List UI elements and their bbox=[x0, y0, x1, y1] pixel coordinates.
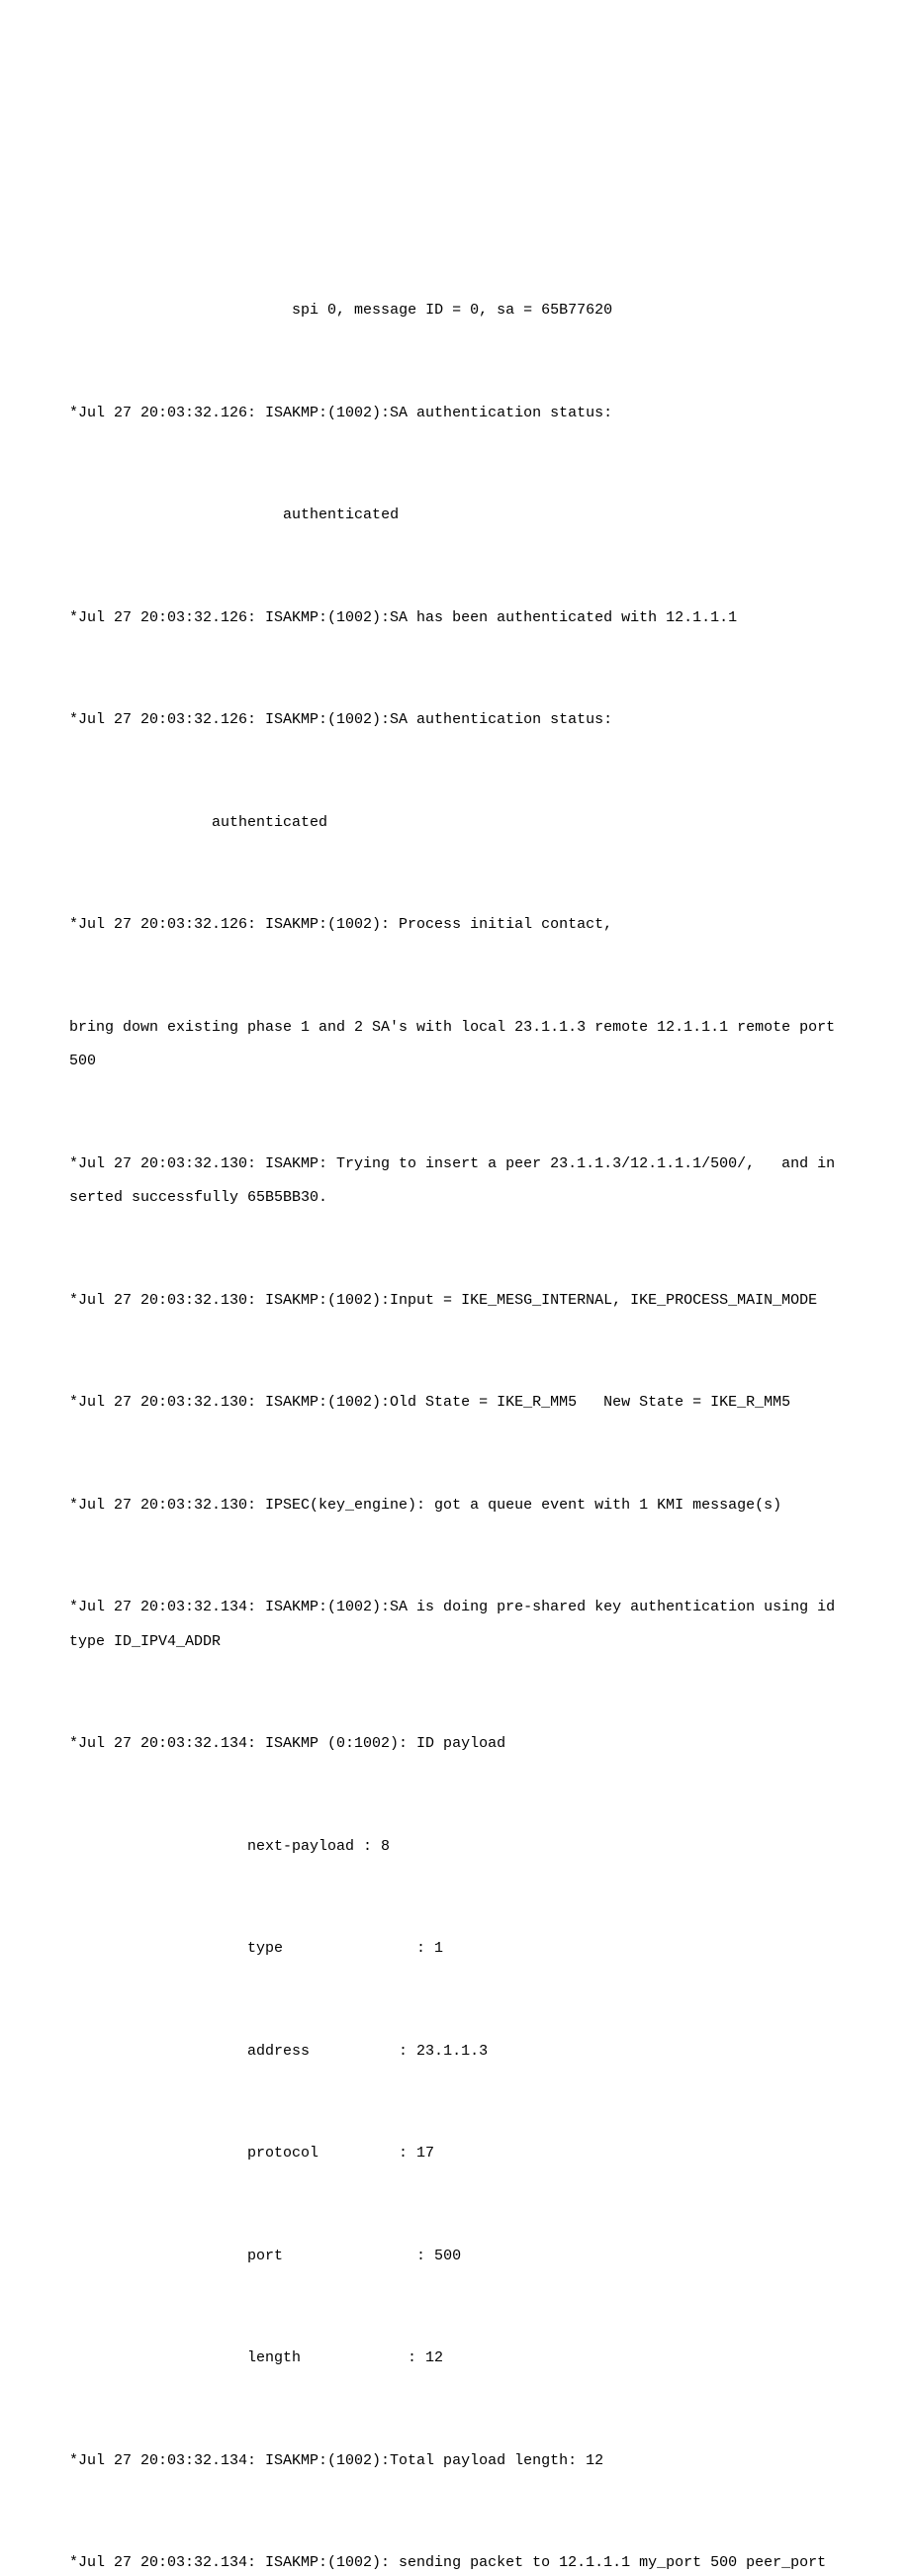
log-line: *Jul 27 20:03:32.130: ISAKMP:(1002):Inpu… bbox=[69, 1284, 841, 1319]
log-line: *Jul 27 20:03:32.130: ISAKMP:(1002):Old … bbox=[69, 1386, 841, 1421]
log-line: spi 0, message ID = 0, sa = 65B77620 bbox=[69, 294, 841, 328]
log-line: type : 1 bbox=[69, 1932, 841, 1967]
log-line: bring down existing phase 1 and 2 SA's w… bbox=[69, 1011, 841, 1079]
log-line: port : 500 bbox=[69, 2240, 841, 2274]
log-line: address : 23.1.1.3 bbox=[69, 2035, 841, 2070]
log-line: *Jul 27 20:03:32.126: ISAKMP:(1002): Pro… bbox=[69, 908, 841, 943]
log-line: *Jul 27 20:03:32.126: ISAKMP:(1002):SA a… bbox=[69, 397, 841, 431]
log-line: *Jul 27 20:03:32.134: ISAKMP (0:1002): I… bbox=[69, 1727, 841, 1762]
log-line: length : 12 bbox=[69, 2342, 841, 2376]
log-line: *Jul 27 20:03:32.130: ISAKMP: Trying to … bbox=[69, 1148, 841, 1216]
log-line: *Jul 27 20:03:32.134: ISAKMP:(1002):Tota… bbox=[69, 2444, 841, 2479]
log-line: next-payload : 8 bbox=[69, 1830, 841, 1865]
log-line: *Jul 27 20:03:32.126: ISAKMP:(1002):SA a… bbox=[69, 703, 841, 738]
log-line: authenticated bbox=[69, 499, 841, 533]
log-line: *Jul 27 20:03:32.134: ISAKMP:(1002): sen… bbox=[69, 2546, 841, 2576]
log-line: *Jul 27 20:03:32.126: ISAKMP:(1002):SA h… bbox=[69, 601, 841, 636]
log-line: *Jul 27 20:03:32.134: ISAKMP:(1002):SA i… bbox=[69, 1591, 841, 1659]
log-line: authenticated bbox=[69, 806, 841, 841]
log-line: *Jul 27 20:03:32.130: IPSEC(key_engine):… bbox=[69, 1489, 841, 1523]
log-output: spi 0, message ID = 0, sa = 65B77620 *Ju… bbox=[69, 226, 841, 2576]
log-line: protocol : 17 bbox=[69, 2137, 841, 2171]
